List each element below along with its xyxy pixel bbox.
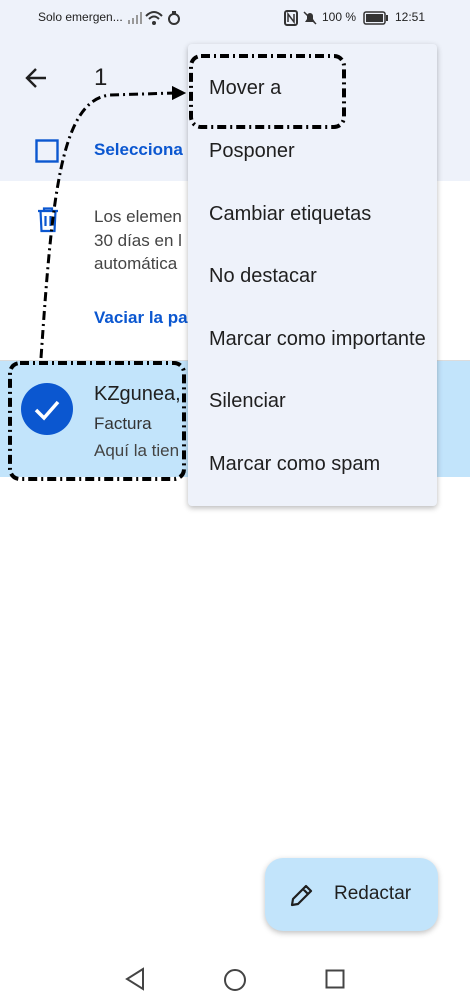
compose-label: Redactar xyxy=(334,883,412,904)
select-all-checkbox[interactable] xyxy=(35,139,59,163)
menu-item-snooze[interactable]: Posponer xyxy=(188,120,437,183)
battery-percent: 100 % xyxy=(322,10,357,24)
mail-subject: Factura xyxy=(94,414,152,433)
menu-item-move-to[interactable]: Mover a xyxy=(188,57,437,120)
menu-item-mark-important[interactable]: Marcar como importante xyxy=(188,308,437,371)
mail-snippet: Aquí la tien xyxy=(94,441,180,460)
clock: 12:51 xyxy=(395,10,426,24)
selected-count: 1 xyxy=(94,64,108,91)
mail-sender: KZgunea, xyxy=(94,383,181,405)
menu-item-mute[interactable]: Silenciar xyxy=(188,370,437,433)
battery-icon xyxy=(363,11,388,25)
trash-notice-line: automática xyxy=(94,254,178,273)
trash-notice-line: 30 días en l xyxy=(94,231,182,250)
back-arrow-icon[interactable] xyxy=(24,65,50,91)
nfc-icon xyxy=(284,10,298,26)
menu-item-report-spam[interactable]: Marcar como spam xyxy=(188,433,437,496)
nav-home-icon[interactable] xyxy=(223,968,247,992)
pencil-icon xyxy=(290,884,313,907)
trash-notice-line: Los elemen xyxy=(94,207,182,226)
signal-icon xyxy=(128,12,142,24)
overflow-menu: Mover a Posponer Cambiar etiquetas No de… xyxy=(188,44,437,506)
status-bar: Solo emergen... 100 % 12:51 xyxy=(0,0,470,36)
selected-check-avatar[interactable] xyxy=(21,383,73,435)
nav-back-icon[interactable] xyxy=(124,967,146,991)
nav-recents-icon[interactable] xyxy=(325,969,345,989)
compose-fab[interactable]: Redactar xyxy=(265,858,438,931)
trash-icon xyxy=(38,207,58,233)
mute-bell-icon xyxy=(303,11,317,25)
assistant-icon xyxy=(168,11,180,25)
menu-item-unstar[interactable]: No destacar xyxy=(188,245,437,308)
menu-item-change-labels[interactable]: Cambiar etiquetas xyxy=(188,183,437,246)
empty-trash-link[interactable]: Vaciar la pa xyxy=(94,308,188,328)
wifi-icon xyxy=(145,11,163,25)
select-all-label[interactable]: Selecciona xyxy=(94,140,183,160)
carrier-label: Solo emergen... xyxy=(38,10,123,24)
